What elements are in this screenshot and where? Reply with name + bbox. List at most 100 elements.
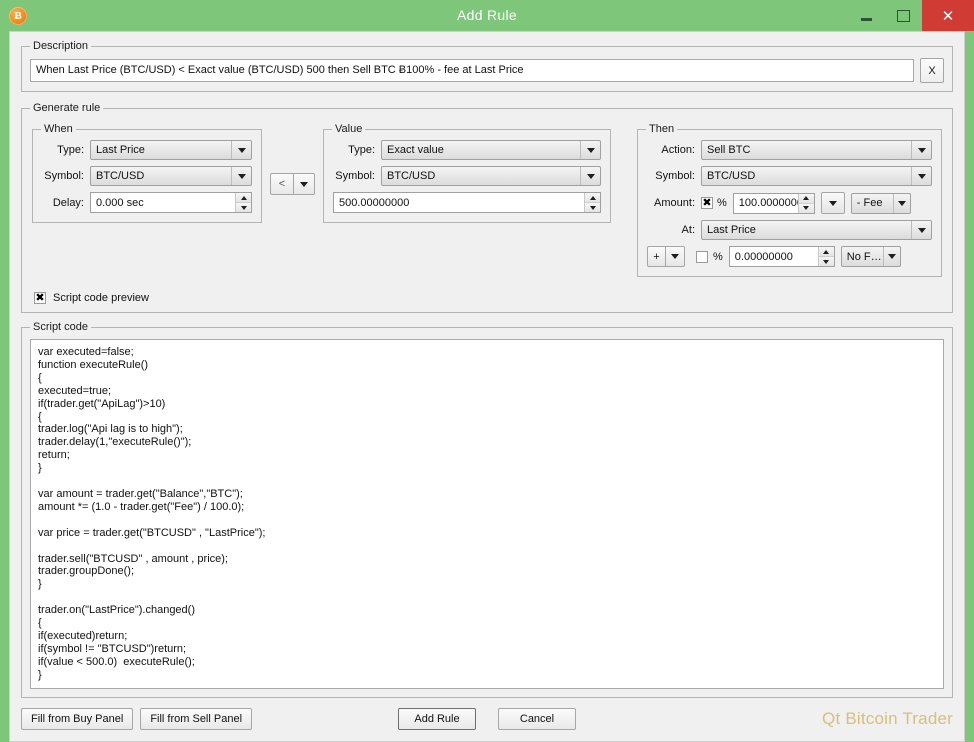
then-amount-row: Amount: % 100.00000000 xyxy=(647,192,932,214)
add-rule-button[interactable]: Add Rule xyxy=(398,707,476,730)
when-delay-stepper[interactable] xyxy=(235,193,251,212)
offset-fee-combo[interactable]: No Fee xyxy=(840,246,901,267)
chevron-down-icon xyxy=(911,167,931,185)
then-at-combo[interactable]: Last Price xyxy=(701,220,932,240)
offset-percent-checkbox[interactable] xyxy=(696,250,708,263)
then-symbol-row: Symbol: BTC/USD xyxy=(647,166,932,186)
when-symbol-row: Symbol: BTC/USD xyxy=(42,166,252,186)
fill-from-buy-panel-button[interactable]: Fill from Buy Panel xyxy=(21,707,134,730)
value-symbol-value: BTC/USD xyxy=(387,170,436,182)
script-code-group: Script code var executed=false; function… xyxy=(21,321,953,698)
script-code-section: Script code var executed=false; function… xyxy=(21,321,953,698)
then-offset-row: + % 0.00000000 No Fee xyxy=(647,246,932,267)
then-at-value: Last Price xyxy=(707,224,756,236)
chevron-down-icon xyxy=(882,247,900,266)
minimize-icon[interactable] xyxy=(848,0,885,31)
value-amount-stepper[interactable] xyxy=(584,193,600,212)
when-delay-spinbox[interactable]: 0.000 sec xyxy=(90,192,252,213)
chevron-down-icon xyxy=(231,167,251,185)
then-amount-stepper[interactable] xyxy=(797,193,814,213)
then-group-label: Then xyxy=(646,123,678,135)
description-input[interactable]: When Last Price (BTC/USD) < Exact value … xyxy=(30,59,914,82)
then-group: Then Action: Sell BTC Symbol: BTC/USD Am… xyxy=(637,123,942,277)
value-symbol-combo[interactable]: BTC/USD xyxy=(381,166,601,186)
chevron-down-icon xyxy=(911,221,931,239)
clear-description-button[interactable]: X xyxy=(920,58,944,83)
bitcoin-icon: Ƀ xyxy=(9,6,27,25)
description-group: Description When Last Price (BTC/USD) < … xyxy=(21,40,953,92)
value-group: Value Type: Exact value Symbol: BTC/USD … xyxy=(323,123,611,223)
chevron-down-icon xyxy=(580,141,600,159)
operator-section: < xyxy=(270,129,315,195)
then-at-row: At: Last Price xyxy=(647,220,932,240)
then-amount-label: Amount: xyxy=(654,197,695,209)
then-action-row: Action: Sell BTC xyxy=(647,140,932,160)
when-symbol-label: Symbol: xyxy=(44,170,84,182)
amount-dropdown-button[interactable] xyxy=(820,192,845,214)
then-amount-value: 100.00000000 xyxy=(738,197,798,209)
then-offset-value: 0.00000000 xyxy=(734,250,793,263)
window-title: Add Rule xyxy=(457,7,517,23)
generate-rule-group: Generate rule When Type: Last Price Symb… xyxy=(21,102,953,313)
offset-sign-dropdown-button[interactable] xyxy=(666,246,685,267)
maximize-icon[interactable] xyxy=(885,0,922,31)
spinner-up-icon[interactable] xyxy=(798,193,814,203)
then-offset-stepper[interactable] xyxy=(817,247,834,266)
add-rule-window: Ƀ Add Rule ✕ Description When Last Price… xyxy=(0,0,974,742)
then-symbol-label: Symbol: xyxy=(655,170,695,182)
value-symbol-row: Symbol: BTC/USD xyxy=(333,166,601,186)
description-section: Description When Last Price (BTC/USD) < … xyxy=(21,40,953,92)
value-amount-value: 500.00000000 xyxy=(339,196,410,209)
spinner-up-icon[interactable] xyxy=(585,193,600,202)
when-type-row: Type: Last Price xyxy=(42,140,252,160)
operator-dropdown-button[interactable] xyxy=(294,173,315,195)
operator-button[interactable]: < xyxy=(270,173,294,195)
cancel-button[interactable]: Cancel xyxy=(498,707,576,730)
script-code-editor[interactable]: var executed=false; function executeRule… xyxy=(30,339,944,689)
value-type-combo[interactable]: Exact value xyxy=(381,140,601,160)
when-delay-value: 0.000 sec xyxy=(96,196,144,209)
fill-from-sell-panel-button[interactable]: Fill from Sell Panel xyxy=(140,707,253,730)
chevron-down-icon xyxy=(580,167,600,185)
offset-percent-label: % xyxy=(713,250,723,263)
script-code-preview-label: Script code preview xyxy=(53,292,149,304)
then-amount-spinbox[interactable]: 100.00000000 xyxy=(732,192,815,214)
when-group: When Type: Last Price Symbol: BTC/USD De… xyxy=(32,123,262,223)
value-amount-spinbox[interactable]: 500.00000000 xyxy=(333,192,601,213)
offset-sign-button[interactable]: + xyxy=(647,246,666,267)
when-type-value: Last Price xyxy=(96,144,145,156)
value-group-label: Value xyxy=(332,123,366,135)
spinner-down-icon[interactable] xyxy=(818,256,834,266)
script-code-preview-checkbox[interactable] xyxy=(34,292,46,304)
generate-rule-group-label: Generate rule xyxy=(30,102,104,114)
then-action-combo[interactable]: Sell BTC xyxy=(701,140,932,160)
spinner-down-icon[interactable] xyxy=(236,202,251,212)
then-action-label: Action: xyxy=(661,144,695,156)
when-type-combo[interactable]: Last Price xyxy=(90,140,252,160)
spinner-up-icon[interactable] xyxy=(236,193,251,202)
generate-rule-section: Generate rule When Type: Last Price Symb… xyxy=(21,102,953,313)
when-symbol-value: BTC/USD xyxy=(96,170,145,182)
when-symbol-combo[interactable]: BTC/USD xyxy=(90,166,252,186)
amount-percent-label: % xyxy=(717,197,727,209)
then-symbol-combo[interactable]: BTC/USD xyxy=(701,166,932,186)
script-code-group-label: Script code xyxy=(30,321,92,333)
amount-fee-combo[interactable]: - Fee xyxy=(850,192,911,214)
when-type-label: Type: xyxy=(57,144,84,156)
fill-buttons: Fill from Buy Panel Fill from Sell Panel xyxy=(21,707,253,730)
when-delay-row: Delay: 0.000 sec xyxy=(42,192,252,213)
spinner-down-icon[interactable] xyxy=(585,202,600,212)
when-delay-label: Delay: xyxy=(52,196,84,209)
then-offset-spinbox[interactable]: 0.00000000 xyxy=(728,246,835,267)
title-bar: Ƀ Add Rule ✕ xyxy=(0,0,974,31)
amount-percent-checkbox[interactable] xyxy=(701,197,713,209)
when-group-label: When xyxy=(41,123,76,135)
dialog-body: Description When Last Price (BTC/USD) < … xyxy=(9,31,965,742)
close-icon[interactable]: ✕ xyxy=(922,0,974,31)
script-code-text: var executed=false; function executeRule… xyxy=(38,346,266,681)
value-symbol-label: Symbol: xyxy=(335,170,375,182)
spinner-up-icon[interactable] xyxy=(818,247,834,256)
window-controls: ✕ xyxy=(848,0,974,31)
chevron-down-icon xyxy=(892,193,910,213)
spinner-down-icon[interactable] xyxy=(798,202,814,213)
